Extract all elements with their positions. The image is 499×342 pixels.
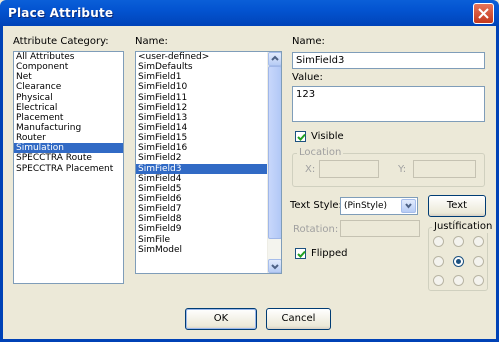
- cancel-button[interactable]: Cancel: [266, 308, 331, 330]
- justification-radio[interactable]: [473, 275, 484, 286]
- ok-button[interactable]: OK: [185, 308, 257, 330]
- name-item[interactable]: SimDefaults: [136, 62, 267, 72]
- visible-checkbox[interactable]: [295, 131, 306, 142]
- category-item[interactable]: Net: [14, 72, 123, 82]
- window-title: Place Attribute: [8, 6, 114, 20]
- justification-legend: Justification: [432, 221, 495, 233]
- text-style-dropdown-button[interactable]: [401, 199, 416, 213]
- y-field[interactable]: [413, 160, 476, 178]
- justification-radio[interactable]: [473, 236, 484, 247]
- checkmark-icon: [297, 250, 306, 258]
- scroll-down-button[interactable]: [268, 259, 281, 273]
- text-styles-button[interactable]: Text Styles...: [428, 195, 486, 231]
- justification-radio[interactable]: [433, 275, 444, 286]
- name-item[interactable]: SimField16: [136, 143, 267, 153]
- justification-radio[interactable]: [433, 256, 444, 267]
- category-item[interactable]: Simulation: [14, 143, 123, 154]
- name-field[interactable]: SimField3: [292, 52, 485, 69]
- chevron-down-icon: [271, 264, 279, 270]
- category-item[interactable]: Physical: [14, 93, 123, 103]
- name-item[interactable]: SimField12: [136, 103, 267, 113]
- justification-radio[interactable]: [473, 256, 484, 267]
- y-label: Y:: [398, 164, 407, 175]
- flipped-label: Flipped: [311, 248, 348, 259]
- category-item[interactable]: Clearance: [14, 82, 123, 92]
- name-item[interactable]: SimField3: [136, 163, 267, 174]
- name-item[interactable]: SimField7: [136, 204, 267, 214]
- name-item[interactable]: SimField4: [136, 174, 267, 184]
- visible-label: Visible: [311, 131, 344, 142]
- category-item[interactable]: Electrical: [14, 103, 123, 113]
- justification-radio[interactable]: [453, 256, 464, 267]
- name-item[interactable]: SimField8: [136, 214, 267, 224]
- location-legend: Location: [297, 147, 344, 159]
- name-item[interactable]: SimField15: [136, 133, 267, 143]
- flipped-checkbox[interactable]: [295, 248, 306, 259]
- name-item[interactable]: SimField11: [136, 93, 267, 103]
- justification-radio[interactable]: [433, 236, 444, 247]
- rotation-field[interactable]: [340, 220, 420, 237]
- name-label: Name:: [292, 36, 325, 47]
- name-item[interactable]: SimField6: [136, 194, 267, 204]
- scroll-up-button[interactable]: [268, 52, 281, 66]
- name-list-label: Name:: [135, 36, 168, 47]
- category-item[interactable]: SPECCTRA Route: [14, 153, 123, 163]
- name-item[interactable]: SimField5: [136, 184, 267, 194]
- name-item[interactable]: SimField10: [136, 82, 267, 92]
- checkmark-icon: [297, 133, 306, 141]
- name-item[interactable]: SimField14: [136, 123, 267, 133]
- category-listbox[interactable]: All Attributes Component Net Clearance Physi…: [13, 51, 124, 284]
- text-style-label: Text Style:: [290, 200, 342, 211]
- chevron-down-icon: [405, 203, 412, 209]
- value-label: Value:: [292, 72, 323, 83]
- name-item[interactable]: SimFile: [136, 235, 267, 245]
- category-item[interactable]: Router: [14, 133, 123, 143]
- category-item[interactable]: Placement: [14, 113, 123, 123]
- category-item[interactable]: All Attributes: [14, 52, 123, 62]
- close-icon: [478, 8, 489, 19]
- scroll-thumb[interactable]: [268, 66, 281, 239]
- chevron-up-icon: [271, 55, 279, 61]
- rotation-label: Rotation:: [293, 224, 339, 235]
- category-item[interactable]: Manufacturing: [14, 123, 123, 133]
- name-item[interactable]: SimModel: [136, 245, 267, 255]
- text-style-select[interactable]: (PinStyle): [340, 197, 418, 215]
- category-item[interactable]: SPECCTRA Placement: [14, 164, 123, 174]
- category-label: Attribute Category:: [13, 36, 109, 47]
- category-item[interactable]: Component: [14, 62, 123, 72]
- name-item[interactable]: SimField1: [136, 72, 267, 82]
- justification-radio[interactable]: [453, 236, 464, 247]
- name-listbox[interactable]: <user-defined> SimDefaults SimField1 SimFie…: [135, 51, 282, 274]
- x-label: X:: [305, 164, 316, 175]
- name-list-scrollbar[interactable]: [267, 52, 281, 273]
- x-field[interactable]: [319, 160, 379, 178]
- name-item[interactable]: SimField13: [136, 113, 267, 123]
- name-item[interactable]: SimField2: [136, 153, 267, 163]
- justification-radio[interactable]: [453, 275, 464, 286]
- value-field[interactable]: 123: [292, 86, 485, 122]
- text-style-value: (PinStyle): [344, 201, 388, 211]
- title-bar: Place Attribute: [0, 0, 499, 26]
- name-item[interactable]: <user-defined>: [136, 52, 267, 62]
- name-item[interactable]: SimField9: [136, 224, 267, 234]
- close-button[interactable]: [473, 3, 494, 24]
